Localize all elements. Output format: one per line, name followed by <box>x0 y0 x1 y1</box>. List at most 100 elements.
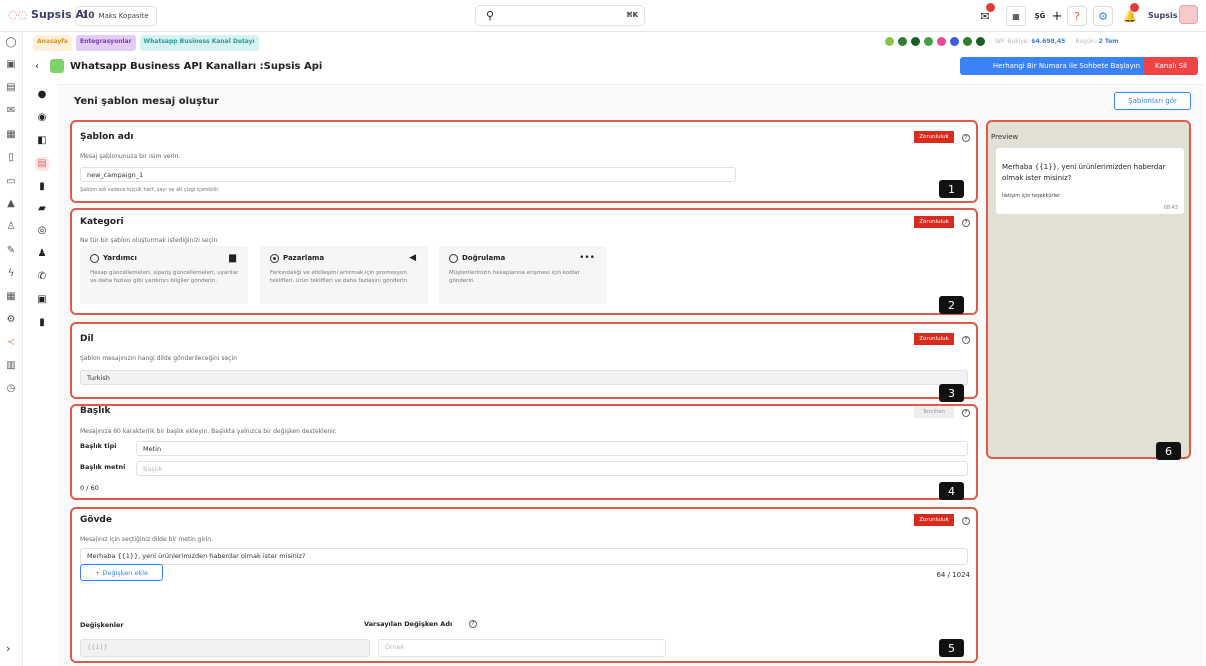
body-textarea[interactable]: Merhaba {{1}}, yeni ürünlerimizden haber… <box>80 548 968 565</box>
section-number-badge: 2 <box>939 296 964 314</box>
telegram-icon[interactable] <box>911 37 920 46</box>
category-option-utility[interactable]: Yardımcı ▆ Hesap güncellemeleri, sipariş… <box>80 246 248 304</box>
messenger-icon[interactable] <box>950 37 959 46</box>
store-icon[interactable]: ▥ <box>4 359 18 373</box>
page-icon[interactable]: ▮ <box>35 316 49 330</box>
preview-footer: İletişim için teşekkürler <box>1002 193 1061 199</box>
breadcrumb-home[interactable]: Anasayfa <box>33 35 72 51</box>
help-icon[interactable]: ? <box>962 517 970 525</box>
archive-icon[interactable]: ▤ <box>4 81 18 95</box>
section-title: Şablon adı <box>80 132 134 142</box>
file-icon[interactable]: ▮ <box>35 180 49 194</box>
section-number-badge: 4 <box>939 482 964 500</box>
help-icon[interactable]: ? <box>962 336 970 344</box>
option-desc: Müşterilerinizin hesaplarına erişmesi iç… <box>449 270 580 284</box>
required-badge: Zorunluluk <box>914 131 954 143</box>
section-desc: Mesaj şablonunuza bir isim verin. <box>80 153 181 160</box>
start-chat-button[interactable]: Herhangi Bir Numara ile Sohbete Başlayın <box>960 57 1173 75</box>
phone-icon[interactable]: ✆ <box>35 270 49 284</box>
radio-button[interactable] <box>449 254 458 263</box>
whatsapp-logo-icon <box>50 59 64 73</box>
clock-icon[interactable]: ◷ <box>4 382 18 396</box>
whatsapp-icon[interactable] <box>924 37 933 46</box>
radio-button-selected[interactable] <box>270 254 279 263</box>
header-type-select[interactable]: Metin <box>136 441 968 456</box>
edit-icon[interactable]: ✎ <box>4 244 18 258</box>
mail-icon[interactable]: ✉ <box>4 104 18 118</box>
wifi-icon[interactable] <box>898 37 907 46</box>
template-icon[interactable]: ▤ <box>35 157 49 171</box>
search-input[interactable]: ⚲ ⌘K <box>475 5 645 26</box>
top-bar: ◌◌ Supsis AI 10 Maks Kopasite ⚲ ⌘K ✉ ▦ ŞĞ… <box>0 0 1206 32</box>
category-option-authentication[interactable]: Doğrulama ••• Müşterilerinizin hesapları… <box>439 246 607 304</box>
view-templates-button[interactable]: Şablonları gör <box>1114 92 1191 110</box>
channel-status: WP. Bakiye: ₺4.698,45 Bugün: 2 Tem <box>885 37 1119 46</box>
variable-example-input[interactable]: Örnek <box>378 639 666 657</box>
section-number-badge: 3 <box>939 384 964 402</box>
header-text-input[interactable]: Başlık <box>136 461 968 476</box>
channel-icon[interactable] <box>885 37 894 46</box>
preview-message: Merhaba {{1}}, yeni ürünlerimizden haber… <box>1002 163 1166 182</box>
calendar-icon[interactable]: ▦ <box>4 128 18 142</box>
settings-icon[interactable]: ⚙ <box>4 313 18 327</box>
chat-icon[interactable]: ◯ <box>4 36 18 50</box>
inbox-icon[interactable]: ▣ <box>4 58 18 72</box>
document-icon[interactable]: ▯ <box>4 151 18 165</box>
info-icon[interactable]: ● <box>35 88 49 102</box>
preview-bubble: Merhaba {{1}}, yeni ürünlerimizden haber… <box>996 148 1184 214</box>
help-icon[interactable]: ? <box>962 134 970 142</box>
eye-icon[interactable]: ◉ <box>35 111 49 125</box>
optional-badge: Tercihen <box>914 406 954 418</box>
back-icon[interactable]: ‹ <box>35 61 39 72</box>
category-option-marketing[interactable]: Pazarlama ◀ Farkındalığı ve etkileşimi a… <box>260 246 428 304</box>
body-char-counter: 64 / 1024 <box>936 571 970 579</box>
sms-icon[interactable] <box>963 37 972 46</box>
category-section: Kategori Zorunluluk ? Ne tür bir şablon … <box>70 208 978 315</box>
breadcrumb-channel-detail[interactable]: Whatsapp Business Kanal Detayı <box>139 35 259 51</box>
users-icon[interactable]: ♟ <box>35 247 49 261</box>
user-icon[interactable]: ♙ <box>4 220 18 234</box>
option-desc: Farkındalığı ve etkileşimi artırmak için… <box>270 270 409 284</box>
flag-icon[interactable]: ▦ <box>1006 6 1026 26</box>
plus-icon[interactable]: + <box>1047 6 1067 26</box>
body-section: Gövde Zorunluluk ? Mesajınız için seçtiğ… <box>70 507 978 663</box>
help-icon[interactable]: ? <box>962 219 970 227</box>
option-desc: Hesap güncellemeleri, sipariş güncelleme… <box>90 270 239 284</box>
default-variable-label: Varsayılan Değişken Adı <box>364 620 453 628</box>
header-section: Başlık Tercihen ? Mesajınıza 60 karakter… <box>70 404 978 500</box>
help-icon[interactable]: ? <box>962 409 970 417</box>
section-title: Gövde <box>80 515 112 525</box>
language-select[interactable]: Turkish <box>80 370 968 385</box>
breadcrumb: Anasayfa Entegrasyonlar Whatsapp Busines… <box>33 35 259 51</box>
preview-time: 08:43 <box>1163 205 1178 211</box>
template-name-section: Şablon adı Zorunluluk ? Mesaj şablonunuz… <box>70 120 978 203</box>
help-icon[interactable]: ? <box>1067 6 1087 26</box>
broadcast-icon[interactable]: ◎ <box>35 224 49 238</box>
add-variable-button[interactable]: + Değişken ekle <box>80 564 163 581</box>
template-name-input[interactable]: new_campaign_1 <box>80 167 736 182</box>
instagram-icon[interactable] <box>937 37 946 46</box>
section-title: Başlık <box>80 406 111 416</box>
call-icon[interactable] <box>976 37 985 46</box>
expand-icon[interactable]: › <box>6 642 10 655</box>
grid-icon[interactable]: ▦ <box>4 290 18 304</box>
left-rail: ◯ ▣ ▤ ✉ ▦ ▯ ▭ ▲ ♙ ✎ ϟ ▦ ⚙ ≺ ▥ ◷ › <box>0 32 23 666</box>
today: Bugün: 2 Tem <box>1075 38 1119 45</box>
workspace-selector[interactable]: 10 Maks Kopasite <box>75 6 157 26</box>
avatar[interactable] <box>1179 5 1198 24</box>
header-char-counter: 0 / 60 <box>80 484 99 492</box>
ticket-icon[interactable]: ▭ <box>4 175 18 189</box>
share-icon[interactable]: ≺ <box>4 336 18 350</box>
wallet-icon[interactable]: ◧ <box>35 134 49 148</box>
breadcrumb-integrations[interactable]: Entegrasyonlar <box>75 35 136 51</box>
settings-icon[interactable]: ⚙ <box>1093 6 1113 26</box>
bolt-icon[interactable]: ϟ <box>4 267 18 281</box>
radio-button[interactable] <box>90 254 99 263</box>
bot-icon[interactable]: ▲ <box>4 197 18 211</box>
message-icon[interactable]: ▰ <box>35 202 49 216</box>
delete-channel-button[interactable]: Kanalı Sil <box>1144 57 1198 75</box>
user-name[interactable]: Supsis <box>1148 11 1177 20</box>
help-icon[interactable]: ? <box>469 620 477 628</box>
contact-icon[interactable]: ▣ <box>35 293 49 307</box>
section-desc: Şablon mesajınızın hangi dilde gönderile… <box>80 355 237 362</box>
